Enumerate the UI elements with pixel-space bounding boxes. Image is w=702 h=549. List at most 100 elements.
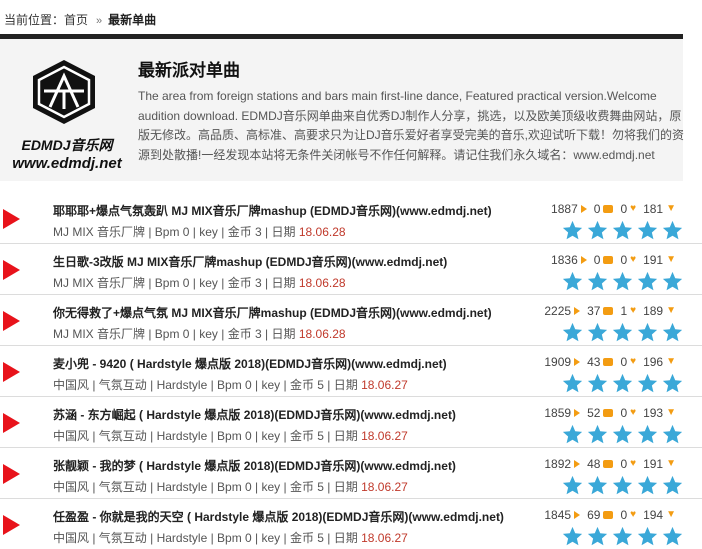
heart-icon[interactable]: ♥ <box>630 306 636 316</box>
track-meta-text: 中国风 | 气氛互动 | Hardstyle | Bpm 0 | key | 金… <box>53 378 362 392</box>
rating-star-icon[interactable] <box>637 220 658 241</box>
rating-star-icon[interactable] <box>637 475 658 496</box>
rating-star-icon[interactable] <box>587 373 608 394</box>
heart-icon[interactable]: ♥ <box>630 357 636 367</box>
rating-star-icon[interactable] <box>562 322 583 343</box>
download-count: 181 <box>643 202 664 216</box>
track-title-link[interactable]: 生日歌-3改版 MJ MIX音乐厂牌mashup (EDMDJ音乐网)(www.… <box>53 253 447 270</box>
track-title-link[interactable]: 苏涵 - 东方崛起 ( Hardstyle 爆点版 2018)(EDMDJ音乐网… <box>53 406 456 423</box>
rating-stars <box>562 322 683 343</box>
download-arrow-icon[interactable]: ▼ <box>666 459 676 469</box>
breadcrumb: 当前位置：首页 » 最新单曲 <box>4 11 156 28</box>
comment-icon[interactable] <box>603 205 614 213</box>
comment-icon[interactable] <box>603 256 614 264</box>
comment-count: 69 <box>587 508 601 522</box>
rating-star-icon[interactable] <box>562 271 583 292</box>
rating-star-icon[interactable] <box>662 322 683 343</box>
heart-icon[interactable]: ♥ <box>630 204 636 214</box>
download-count: 194 <box>643 508 664 522</box>
rating-star-icon[interactable] <box>637 526 658 547</box>
rating-star-icon[interactable] <box>562 526 583 547</box>
rating-star-icon[interactable] <box>612 322 633 343</box>
track-stats: 1909 43 0 ♥ 196 ▼ <box>544 355 683 369</box>
rating-star-icon[interactable] <box>612 475 633 496</box>
heart-icon[interactable]: ♥ <box>630 459 636 469</box>
rating-star-icon[interactable] <box>662 526 683 547</box>
comment-count: 43 <box>587 355 601 369</box>
track-title-link[interactable]: 你无得救了+爆点气氛 MJ MIX音乐厂牌mashup (EDMDJ音乐网)(w… <box>53 304 492 321</box>
play-icon[interactable] <box>3 515 20 535</box>
rating-star-icon[interactable] <box>637 424 658 445</box>
play-icon[interactable] <box>3 362 20 382</box>
comment-icon[interactable] <box>603 511 614 519</box>
download-arrow-icon[interactable]: ▼ <box>666 204 676 214</box>
comment-icon[interactable] <box>603 358 614 366</box>
rating-star-icon[interactable] <box>587 271 608 292</box>
breadcrumb-home-link[interactable]: 首页 <box>64 13 88 27</box>
track-stats: 1859 52 0 ♥ 193 ▼ <box>544 406 683 420</box>
download-arrow-icon[interactable]: ▼ <box>666 408 676 418</box>
track-meta-text: 中国风 | 气氛互动 | Hardstyle | Bpm 0 | key | 金… <box>53 429 362 443</box>
site-logo[interactable]: EDMDJ音乐网 www.edmdj.net <box>9 59 125 175</box>
rating-star-icon[interactable] <box>662 424 683 445</box>
heart-icon[interactable]: ♥ <box>630 255 636 265</box>
track-list: 耶耶耶+爆点气氛轰趴 MJ MIX音乐厂牌mashup (EDMDJ音乐网)(w… <box>0 193 702 549</box>
play-count: 1859 <box>544 406 572 420</box>
play-count-icon <box>574 460 581 468</box>
rating-stars <box>562 220 683 241</box>
rating-star-icon[interactable] <box>662 373 683 394</box>
play-icon[interactable] <box>3 413 20 433</box>
download-arrow-icon[interactable]: ▼ <box>666 510 676 520</box>
track-title-link[interactable]: 耶耶耶+爆点气氛轰趴 MJ MIX音乐厂牌mashup (EDMDJ音乐网)(w… <box>53 202 492 219</box>
rating-star-icon[interactable] <box>587 424 608 445</box>
track-title-link[interactable]: 任盈盈 - 你就是我的天空 ( Hardstyle 爆点版 2018)(EDMD… <box>53 508 504 525</box>
play-icon[interactable] <box>3 311 20 331</box>
play-count: 1845 <box>544 508 572 522</box>
rating-star-icon[interactable] <box>612 220 633 241</box>
download-arrow-icon[interactable]: ▼ <box>666 255 676 265</box>
play-count: 1909 <box>544 355 572 369</box>
rating-star-icon[interactable] <box>612 271 633 292</box>
rating-star-icon[interactable] <box>612 424 633 445</box>
heart-icon[interactable]: ♥ <box>630 408 636 418</box>
download-count: 191 <box>643 253 664 267</box>
comment-icon[interactable] <box>603 409 614 417</box>
rating-star-icon[interactable] <box>562 475 583 496</box>
play-icon[interactable] <box>3 260 20 280</box>
track-meta-text: 中国风 | 气氛互动 | Hardstyle | Bpm 0 | key | 金… <box>53 480 362 494</box>
intro-panel: EDMDJ音乐网 www.edmdj.net 最新派对单曲 The area f… <box>0 39 685 181</box>
like-count: 0 <box>620 355 628 369</box>
section-description: The area from foreign stations and bars … <box>138 89 685 162</box>
track-stats: 1836 0 0 ♥ 191 ▼ <box>551 253 683 267</box>
play-icon[interactable] <box>3 209 20 229</box>
rating-star-icon[interactable] <box>662 271 683 292</box>
rating-star-icon[interactable] <box>612 373 633 394</box>
rating-star-icon[interactable] <box>662 220 683 241</box>
download-arrow-icon[interactable]: ▼ <box>666 306 676 316</box>
track-title-link[interactable]: 麦小兜 - 9420 ( Hardstyle 爆点版 2018)(EDMDJ音乐… <box>53 355 447 372</box>
heart-icon[interactable]: ♥ <box>630 510 636 520</box>
like-count: 0 <box>620 253 628 267</box>
rating-star-icon[interactable] <box>587 526 608 547</box>
rating-star-icon[interactable] <box>562 373 583 394</box>
rating-star-icon[interactable] <box>662 475 683 496</box>
rating-stars <box>562 475 683 496</box>
track-date: 18.06.27 <box>361 480 408 494</box>
rating-star-icon[interactable] <box>562 424 583 445</box>
play-count: 1887 <box>551 202 578 216</box>
comment-icon[interactable] <box>603 307 614 315</box>
rating-star-icon[interactable] <box>637 271 658 292</box>
rating-star-icon[interactable] <box>637 322 658 343</box>
rating-star-icon[interactable] <box>637 373 658 394</box>
rating-star-icon[interactable] <box>612 526 633 547</box>
download-arrow-icon[interactable]: ▼ <box>666 357 676 367</box>
track-date: 18.06.28 <box>298 327 346 341</box>
rating-star-icon[interactable] <box>562 220 583 241</box>
play-icon[interactable] <box>3 464 20 484</box>
track-meta: 中国风 | 气氛互动 | Hardstyle | Bpm 0 | key | 金… <box>53 478 408 495</box>
rating-star-icon[interactable] <box>587 220 608 241</box>
rating-star-icon[interactable] <box>587 475 608 496</box>
comment-icon[interactable] <box>603 460 614 468</box>
rating-star-icon[interactable] <box>587 322 608 343</box>
track-title-link[interactable]: 张靓颖 - 我的梦 ( Hardstyle 爆点版 2018)(EDMDJ音乐网… <box>53 457 456 474</box>
